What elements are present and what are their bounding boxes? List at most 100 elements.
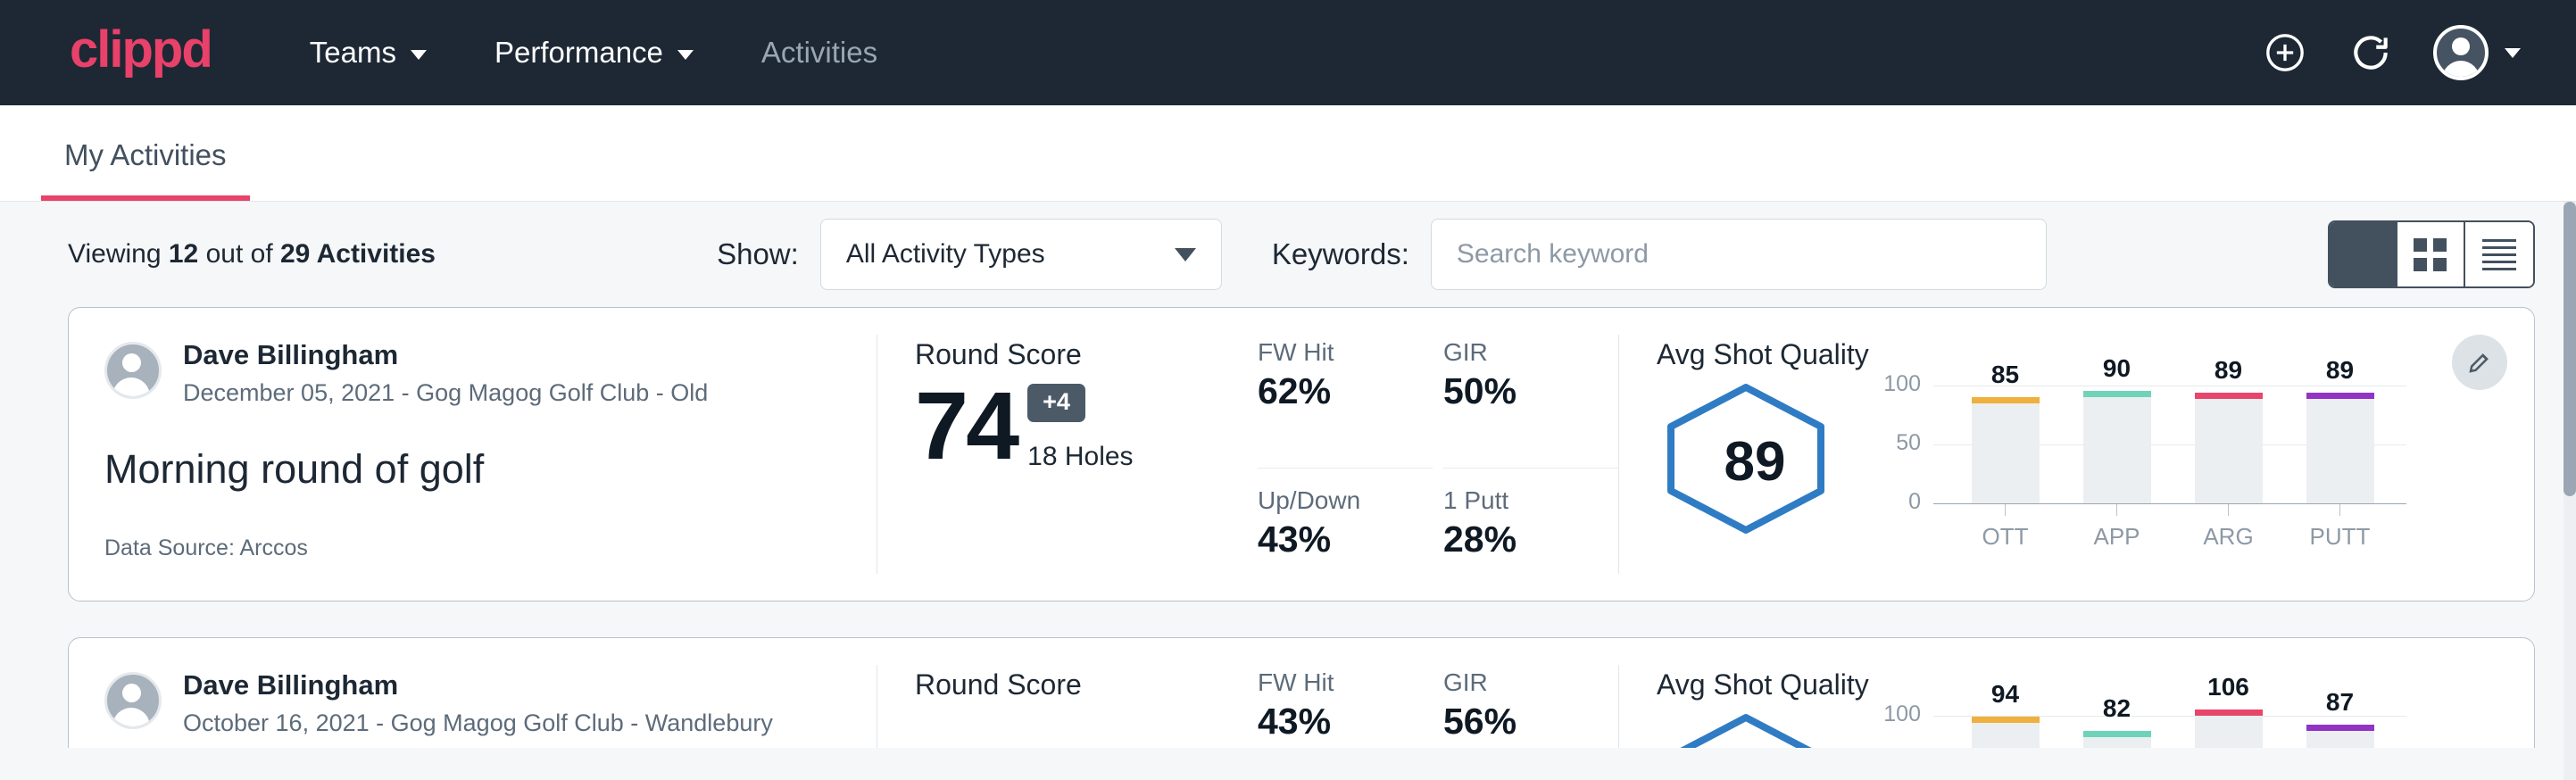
x-tick: ARG [2195,503,2263,551]
user-menu[interactable] [2433,25,2521,80]
stat-label: GIR [1443,668,1584,697]
main-nav-links: Teams Performance Activities [310,36,877,70]
grid-view-button[interactable] [2397,222,2465,286]
nav-item-teams-label: Teams [310,36,396,70]
round-score-block: Round Score [877,638,1234,748]
y-tick-label: 50 [1896,430,1921,456]
hexagon-icon [1657,710,1835,748]
activity-type-select[interactable]: All Activity Types [820,219,1222,290]
player-name: Dave Billingham [183,338,708,373]
bar-cap [1972,397,2040,403]
compact-view-icon [2482,239,2516,270]
bar-ott: 85 [1972,386,2040,503]
round-stats-grid: FW Hit 62% GIR 50% Up/Down 43% 1 Putt 28… [1234,308,1618,601]
tab-my-activities[interactable]: My Activities [41,138,250,201]
activity-type-select-value: All Activity Types [846,239,1045,270]
stat-label: GIR [1443,338,1584,367]
activity-title: Morning round of golf [104,446,841,493]
shot-quality-chart: 100 94 [1853,710,2406,748]
nav-item-teams[interactable]: Teams [310,36,427,70]
x-tick-label: PUTT [2310,523,2371,551]
avatar [104,342,162,399]
activity-card-list[interactable]: Dave Billingham December 05, 2021 - Gog … [0,307,2576,748]
chevron-down-icon [677,50,694,60]
stat-label: Up/Down [1258,486,1399,515]
nav-item-performance[interactable]: Performance [494,36,694,70]
data-source: Data Source: Arccos [104,535,841,561]
viewing-summary: Viewing 12 out of 29 Activities [68,239,436,270]
edit-activity-button[interactable] [2452,335,2507,390]
round-stats-grid: FW Hit 43% GIR 56% [1234,638,1618,748]
compact-view-button[interactable] [2465,222,2533,286]
scrollbar-thumb[interactable] [2564,202,2576,496]
bar-cap [2195,709,2263,716]
player-header: Dave Billingham October 16, 2021 - Gog M… [104,668,841,737]
activity-meta: December 05, 2021 - Gog Magog Golf Club … [183,379,708,407]
list-view-button[interactable] [2330,222,2397,286]
stat-fw-hit: FW Hit 62% [1258,338,1433,469]
bar-cap [2306,393,2374,399]
chart-bars: 85 90 [1949,386,2396,503]
stat-label: FW Hit [1258,338,1399,367]
top-navigation-bar: clippd Teams Performance Activities [0,0,2576,105]
viewing-middle: out of [206,239,273,269]
activity-card[interactable]: Dave Billingham December 05, 2021 - Gog … [68,307,2535,602]
viewing-total: 29 Activities [280,239,436,269]
activity-card[interactable]: Dave Billingham October 16, 2021 - Gog M… [68,637,2535,748]
bar-arg: 89 [2195,386,2263,503]
stat-up-down: Up/Down 43% [1258,469,1433,602]
chart-bars: 94 82 [1949,716,2396,748]
clippd-logo[interactable]: clippd [70,24,212,81]
y-tick-label: 100 [1883,701,1921,727]
grid-view-icon [2414,238,2447,271]
x-tick-label: OTT [1982,523,2029,551]
quality-hexagon [1657,710,1853,748]
stat-gir: GIR 50% [1443,338,1618,469]
nav-item-activities-label: Activities [761,36,877,70]
quality-score-value: 89 [1657,430,1853,494]
round-score-label: Round Score [915,338,1234,371]
bar-putt: 87 [2306,716,2374,748]
bar-arg: 106 [2195,716,2263,748]
bar-value: 87 [2306,688,2374,717]
pencil-icon [2466,349,2493,376]
y-tick-label: 100 [1883,371,1921,397]
quality-hexagon: 89 [1657,380,1853,542]
bar-value: 89 [2195,356,2263,385]
bar-value: 85 [1972,361,2040,389]
avatar [104,672,162,729]
stat-value: 62% [1258,370,1399,412]
refresh-icon[interactable] [2347,29,2394,76]
show-label: Show: [717,237,799,271]
bar-value: 94 [1972,680,2040,709]
viewing-prefix: Viewing [68,239,162,269]
page-scrollbar[interactable] [2564,202,2576,780]
shot-quality-chart: 100 50 0 85 [1853,380,2406,551]
x-tick-label: APP [2093,523,2140,551]
activity-identity: Dave Billingham December 05, 2021 - Gog … [69,308,877,601]
avg-shot-quality-block: Avg Shot Quality 89 100 50 0 [1619,308,2534,601]
round-score-block: Round Score 74 +4 18 Holes [877,308,1234,601]
chart-x-axis: OTT APP ARG PUTT [1949,503,2396,551]
keywords-label: Keywords: [1272,237,1409,271]
bar-value: 106 [2195,673,2263,701]
stat-gir: GIR 56% [1443,668,1618,748]
stat-fw-hit: FW Hit 43% [1258,668,1433,748]
search-input[interactable] [1431,219,2047,290]
bar-cap [2195,393,2263,399]
bar-app: 90 [2083,386,2151,503]
stat-one-putt: 1 Putt 28% [1443,469,1618,602]
stat-value: 50% [1443,370,1584,412]
x-tick: PUTT [2306,503,2374,551]
x-tick-label: ARG [2203,523,2253,551]
bar-ott: 94 [1972,716,2040,748]
tab-bar: My Activities [0,105,2576,202]
bar-value: 82 [2083,694,2151,723]
nav-item-activities[interactable]: Activities [761,36,877,70]
filter-toolbar: Viewing 12 out of 29 Activities Show: Al… [0,202,2576,307]
player-header: Dave Billingham December 05, 2021 - Gog … [104,338,841,407]
bar-value: 90 [2083,354,2151,383]
add-icon[interactable] [2262,29,2308,76]
chevron-down-icon [411,50,427,60]
round-score-label: Round Score [915,668,1234,701]
